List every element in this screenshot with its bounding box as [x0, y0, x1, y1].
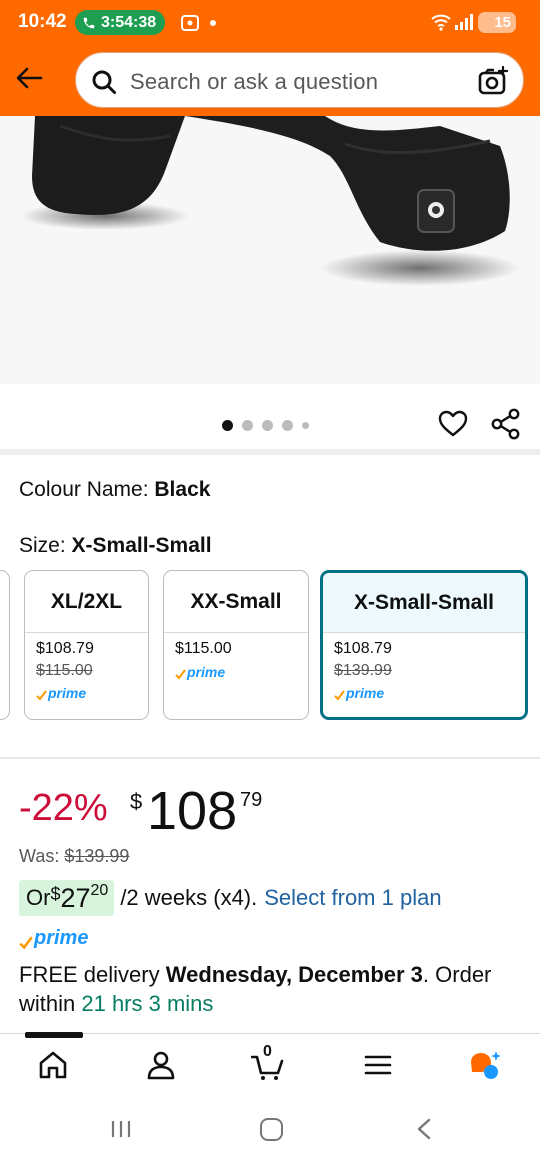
size-label: Size:: [19, 534, 72, 557]
carousel-dot[interactable]: [282, 420, 293, 431]
size-option-partial[interactable]: [0, 570, 10, 720]
heart-icon[interactable]: [438, 409, 468, 439]
prime-label: prime: [187, 664, 226, 680]
rufus-icon[interactable]: [468, 1048, 502, 1082]
was-label: Was:: [19, 846, 65, 866]
screen-record-icon: [181, 15, 199, 31]
size-value: X-Small-Small: [71, 534, 212, 557]
product-image[interactable]: [0, 116, 540, 384]
installment-fraction: 20: [90, 882, 109, 899]
system-back-icon[interactable]: [414, 1118, 434, 1140]
section-divider: [0, 757, 540, 759]
size-option-name: XL/2XL: [25, 571, 148, 633]
size-option-xx-small[interactable]: XX-Small $115.00 prime: [163, 570, 309, 720]
home-icon[interactable]: [36, 1048, 70, 1082]
system-navigation-bar: [0, 1095, 540, 1158]
colour-label: Colour Name:: [19, 478, 155, 501]
delivery-countdown: 21 hrs 3 mins: [81, 991, 214, 1016]
prime-label: prime: [48, 685, 87, 701]
installment-whole: 27: [60, 882, 91, 913]
carousel-dot[interactable]: [302, 422, 309, 429]
call-indicator[interactable]: 3:54:38: [75, 10, 166, 35]
prime-badge: prime: [36, 685, 86, 701]
size-option-x-small-small[interactable]: X-Small-Small $108.79 $139.99 prime: [320, 570, 528, 720]
size-option-xl-2xl[interactable]: XL/2XL $108.79 $115.00 prime: [24, 570, 149, 720]
prime-check-icon: [19, 936, 33, 950]
prime-logo: prime: [19, 927, 88, 955]
colour-selection: Colour Name: Black: [19, 478, 210, 502]
prime-label: prime: [34, 927, 89, 949]
battery-level: 15: [494, 14, 511, 31]
gloves-illustration: [20, 116, 520, 286]
prime-check-icon: [175, 669, 186, 680]
back-arrow-icon[interactable]: [14, 63, 44, 93]
installment-offer: Or $ 27 20 /2 weeks (x4). Select from 1 …: [19, 880, 442, 916]
account-icon[interactable]: [144, 1048, 178, 1082]
select-plan-link[interactable]: Select from 1 plan: [264, 885, 441, 911]
carousel-dot[interactable]: [222, 420, 233, 431]
colour-value: Black: [154, 478, 211, 501]
status-time: 10:42: [18, 11, 67, 32]
search-box[interactable]: Search or ask a question: [75, 52, 524, 108]
discount-percentage: -22%: [19, 787, 108, 829]
wifi-icon: [431, 14, 451, 31]
size-option-price: $108.79: [36, 640, 94, 657]
installment-amount: Or $ 27 20: [19, 880, 115, 916]
size-option-name: XX-Small: [164, 571, 308, 633]
size-option-name: X-Small-Small: [323, 573, 525, 633]
was-value: $139.99: [64, 846, 130, 866]
prime-check-icon: [36, 690, 47, 701]
carousel-dot[interactable]: [242, 420, 253, 431]
installment-currency: $: [50, 883, 61, 904]
prime-badge: prime: [175, 664, 225, 680]
price-currency: $: [130, 789, 143, 814]
camera-search-icon[interactable]: [477, 65, 509, 97]
call-timer: 3:54:38: [101, 14, 157, 31]
price-whole: 108: [147, 781, 238, 841]
status-bar: 10:42 3:54:38 15: [0, 0, 540, 46]
search-input[interactable]: Search or ask a question: [130, 69, 378, 95]
installment-prefix: Or: [26, 885, 51, 910]
installment-terms: /2 weeks (x4).: [120, 885, 258, 910]
search-header: Search or ask a question: [0, 46, 540, 116]
prime-check-icon: [334, 690, 345, 701]
delivery-date: Wednesday, December 3: [165, 962, 423, 987]
search-icon: [92, 70, 116, 94]
battery-icon: 15: [478, 12, 516, 33]
size-option-price: $115.00: [175, 640, 232, 657]
notification-dot: [210, 20, 216, 26]
home-button-icon[interactable]: [260, 1118, 283, 1141]
size-selection: Size: X-Small-Small: [19, 534, 212, 558]
size-option-list-price: $115.00: [36, 662, 93, 679]
delivery-prefix: FREE delivery: [19, 962, 166, 987]
delivery-message: FREE delivery Wednesday, December 3. Ord…: [19, 960, 524, 1018]
was-price: Was: $139.99: [19, 846, 129, 867]
recent-apps-icon[interactable]: [109, 1119, 133, 1139]
carousel-dot[interactable]: [262, 420, 273, 431]
cart-count: 0: [263, 1043, 272, 1060]
share-icon[interactable]: [491, 408, 521, 440]
price-fraction: 79: [240, 789, 263, 811]
prime-label: prime: [346, 685, 385, 701]
prime-badge: prime: [334, 685, 384, 701]
menu-icon[interactable]: [361, 1048, 395, 1082]
signal-icon: [455, 14, 473, 30]
size-option-list-price: $139.99: [334, 662, 392, 679]
image-carousel-controls: [0, 385, 540, 455]
phone-icon: [83, 17, 95, 28]
carousel-dots[interactable]: [222, 420, 309, 431]
active-tab-indicator: [25, 1032, 83, 1038]
size-option-price: $108.79: [334, 640, 392, 657]
